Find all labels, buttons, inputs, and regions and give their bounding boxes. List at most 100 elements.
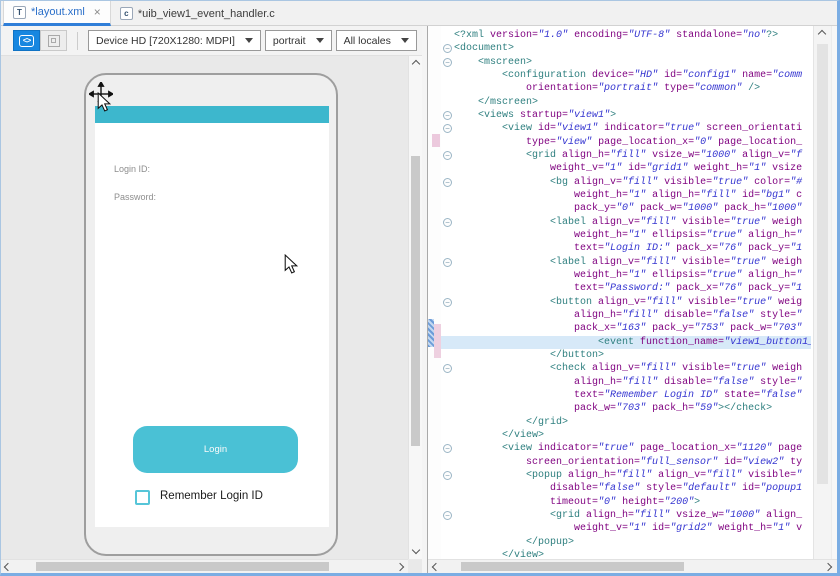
editor-vertical-scrollbar[interactable] — [813, 26, 831, 559]
remember-checkbox[interactable] — [135, 490, 150, 505]
code-area[interactable]: <?xml version="1.0" encoding="UTF-8" sta… — [441, 26, 811, 559]
code-text: disable="false" style="default" id="popu… — [454, 483, 802, 494]
code-line[interactable]: </view> — [441, 549, 811, 559]
code-text: weight_h="1" ellipsis="true" align_h=" — [454, 230, 802, 241]
code-text: pack_x="163" pack_y="753" pack_w="703" — [454, 323, 802, 334]
fold-collapse-icon[interactable]: − — [443, 471, 452, 480]
code-line[interactable]: − <label align_v="fill" visible="true" w… — [441, 256, 811, 269]
design-canvas[interactable]: Login ID: Password: Login Remember Login… — [1, 56, 408, 559]
code-line[interactable]: − <check align_v="fill" visible="true" w… — [441, 362, 811, 375]
code-line[interactable]: − <button align_v="fill" visible="true" … — [441, 296, 811, 309]
device-screen[interactable]: Login ID: Password: Login Remember Login… — [95, 106, 329, 527]
annotation-gutter — [428, 26, 441, 559]
fold-collapse-icon[interactable]: − — [443, 111, 452, 120]
code-line[interactable]: text="Remember Login ID" state="false" — [441, 389, 811, 402]
source-view-button[interactable]: <> — [13, 30, 40, 51]
code-line[interactable]: text="Login ID:" pack_x="76" pack_y="1 — [441, 242, 811, 255]
code-text: <?xml version="1.0" encoding="UTF-8" sta… — [454, 30, 778, 41]
pointer-cursor-icon — [97, 92, 111, 112]
code-line[interactable]: − <mscreen> — [441, 56, 811, 69]
scroll-up-icon[interactable] — [819, 31, 827, 39]
code-line[interactable]: weight_v="1" id="grid1" weight_h="1" vsi… — [441, 162, 811, 175]
code-line[interactable]: align_h="fill" disable="false" style=" — [441, 309, 811, 322]
code-line[interactable]: − <grid align_h="fill" vsize_w="1000" al… — [441, 509, 811, 522]
code-line[interactable]: pack_y="0" pack_w="1000" pack_h="1000" — [441, 202, 811, 215]
fold-collapse-icon[interactable]: − — [443, 444, 452, 453]
scrollbar-thumb[interactable] — [411, 156, 420, 446]
password-label[interactable]: Password: — [114, 192, 156, 202]
scroll-left-icon[interactable] — [433, 564, 441, 572]
code-line[interactable]: </button> — [441, 349, 811, 362]
code-line[interactable]: −<document> — [441, 42, 811, 55]
code-line[interactable]: timeout="0" height="200"> — [441, 495, 811, 508]
code-text: </view> — [454, 550, 544, 559]
device-select[interactable]: Device HD [720X1280: MDPI] — [88, 30, 261, 51]
code-line[interactable]: − <view indicator="true" page_location_x… — [441, 442, 811, 455]
code-line[interactable]: weight_h="1" align_h="fill" id="bg1" c — [441, 189, 811, 202]
fold-collapse-icon[interactable]: − — [443, 364, 452, 373]
code-text: <bg align_v="fill" visible="true" color=… — [454, 177, 802, 188]
code-line[interactable]: </mscreen> — [441, 96, 811, 109]
fold-collapse-icon[interactable]: − — [443, 124, 452, 133]
code-line[interactable]: disable="false" style="default" id="popu… — [441, 482, 811, 495]
code-line[interactable]: <configuration device="HD" id="config1" … — [441, 69, 811, 82]
code-line[interactable]: <event function_name="view1_button1_on — [441, 336, 811, 349]
code-line[interactable]: − <bg align_v="fill" visible="true" colo… — [441, 176, 811, 189]
code-text: pack_w="703" pack_h="59"></check> — [454, 403, 772, 414]
code-line[interactable]: weight_h="1" ellipsis="true" align_h=" — [441, 269, 811, 282]
scroll-left-icon[interactable] — [5, 564, 13, 572]
code-line[interactable]: − <label align_v="fill" visible="true" w… — [441, 216, 811, 229]
code-line[interactable]: </grid> — [441, 416, 811, 429]
scroll-right-icon[interactable] — [397, 564, 405, 572]
login-id-label[interactable]: Login ID: — [114, 164, 150, 174]
fold-gutter: − — [441, 364, 454, 373]
fold-collapse-icon[interactable]: − — [443, 511, 452, 520]
fold-collapse-icon[interactable]: − — [443, 44, 452, 53]
locale-select[interactable]: All locales — [336, 30, 417, 51]
code-line[interactable]: type="view" page_location_x="0" page_loc… — [441, 136, 811, 149]
scrollbar-thumb[interactable] — [461, 562, 684, 571]
tab-event-handler-c[interactable]: c *uib_view1_event_handler.c — [111, 1, 284, 26]
fold-collapse-icon[interactable]: − — [443, 298, 452, 307]
fold-collapse-icon[interactable]: − — [443, 178, 452, 187]
code-line[interactable]: − <view id="view1" indicator="true" scre… — [441, 122, 811, 135]
fold-collapse-icon[interactable]: − — [443, 218, 452, 227]
scroll-up-icon[interactable] — [413, 61, 421, 69]
code-line[interactable]: orientation="portrait" type="common" /> — [441, 82, 811, 95]
code-line[interactable]: pack_x="163" pack_y="753" pack_w="703" — [441, 322, 811, 335]
code-line[interactable]: </popup> — [441, 535, 811, 548]
scrollbar-thumb[interactable] — [817, 44, 828, 484]
editor-horizontal-scrollbar[interactable] — [428, 559, 837, 573]
orientation-select[interactable]: portrait — [265, 30, 332, 51]
scroll-down-icon[interactable] — [413, 547, 421, 555]
code-line[interactable]: weight_v="1" id="grid2" weight_h="1" v — [441, 522, 811, 535]
view-title-bar[interactable] — [95, 106, 329, 123]
code-line[interactable]: screen_orientation="full_sensor" id="vie… — [441, 456, 811, 469]
design-view-button[interactable] — [40, 30, 67, 51]
annotation-marker — [432, 134, 440, 147]
tab-layout-xml[interactable]: T *layout.xml × — [3, 1, 111, 26]
fold-collapse-icon[interactable]: − — [443, 58, 452, 67]
close-tab-icon[interactable]: × — [94, 5, 101, 19]
code-line[interactable]: − <views startup="view1"> — [441, 109, 811, 122]
chevron-down-icon — [401, 38, 409, 43]
login-button[interactable]: Login — [133, 426, 298, 473]
scroll-right-icon[interactable] — [825, 564, 833, 572]
scrollbar-thumb[interactable] — [36, 562, 329, 571]
code-line[interactable]: weight_h="1" ellipsis="true" align_h=" — [441, 229, 811, 242]
code-line[interactable]: <?xml version="1.0" encoding="UTF-8" sta… — [441, 29, 811, 42]
canvas-vertical-scrollbar[interactable] — [408, 56, 422, 559]
code-line[interactable]: </view> — [441, 429, 811, 442]
code-text: weight_h="1" ellipsis="true" align_h=" — [454, 270, 802, 281]
code-line[interactable]: align_h="fill" disable="false" style=" — [441, 376, 811, 389]
remember-checkbox-label[interactable]: Remember Login ID — [160, 490, 263, 502]
fold-collapse-icon[interactable]: − — [443, 258, 452, 267]
fold-gutter: − — [441, 58, 454, 67]
code-line[interactable]: text="Password:" pack_x="76" pack_y="1 — [441, 282, 811, 295]
fold-gutter: − — [441, 151, 454, 160]
fold-collapse-icon[interactable]: − — [443, 151, 452, 160]
code-line[interactable]: pack_w="703" pack_h="59"></check> — [441, 402, 811, 415]
canvas-horizontal-scrollbar[interactable] — [1, 559, 408, 573]
code-line[interactable]: − <popup align_h="fill" align_v="fill" v… — [441, 469, 811, 482]
code-line[interactable]: − <grid align_h="fill" vsize_w="1000" al… — [441, 149, 811, 162]
